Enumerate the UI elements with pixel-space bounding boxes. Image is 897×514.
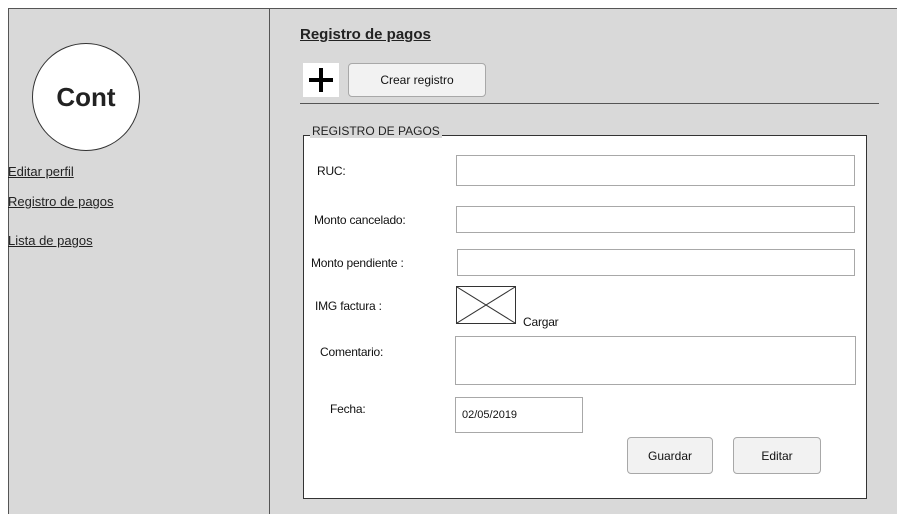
sidebar-link-registro-de-pagos[interactable]: Registro de pagos <box>8 194 114 209</box>
comentario-textarea[interactable] <box>455 336 856 385</box>
monto-cancelado-label: Monto cancelado: <box>314 213 406 227</box>
fecha-label: Fecha: <box>330 402 366 416</box>
cargar-link[interactable]: Cargar <box>523 315 559 329</box>
fecha-input[interactable]: 02/05/2019 <box>455 397 583 433</box>
invoice-image-upload[interactable] <box>456 286 516 324</box>
add-button[interactable] <box>303 63 339 97</box>
ruc-input[interactable] <box>456 155 855 186</box>
sidebar-link-lista-de-pagos[interactable]: Lista de pagos <box>8 233 93 248</box>
monto-cancelado-input[interactable] <box>456 206 855 233</box>
header-divider <box>300 103 879 104</box>
image-placeholder-icon <box>457 287 515 323</box>
logo: Cont <box>32 43 140 151</box>
save-button[interactable]: Guardar <box>627 437 713 474</box>
page-title: Registro de pagos <box>300 26 431 43</box>
create-record-button[interactable]: Crear registro <box>348 63 486 97</box>
img-factura-label: IMG factura : <box>315 299 382 313</box>
edit-button[interactable]: Editar <box>733 437 821 474</box>
comentario-label: Comentario: <box>320 345 384 359</box>
logo-text: Cont <box>56 81 116 112</box>
monto-pendiente-input[interactable] <box>457 249 855 276</box>
sidebar-link-editar-perfil[interactable]: Editar perfil <box>8 164 74 179</box>
monto-pendiente-label: Monto pendiente : <box>311 256 404 270</box>
form-legend: REGISTRO DE PAGOS <box>310 124 442 138</box>
sidebar-divider <box>269 8 270 514</box>
ruc-label: RUC: <box>317 164 346 178</box>
